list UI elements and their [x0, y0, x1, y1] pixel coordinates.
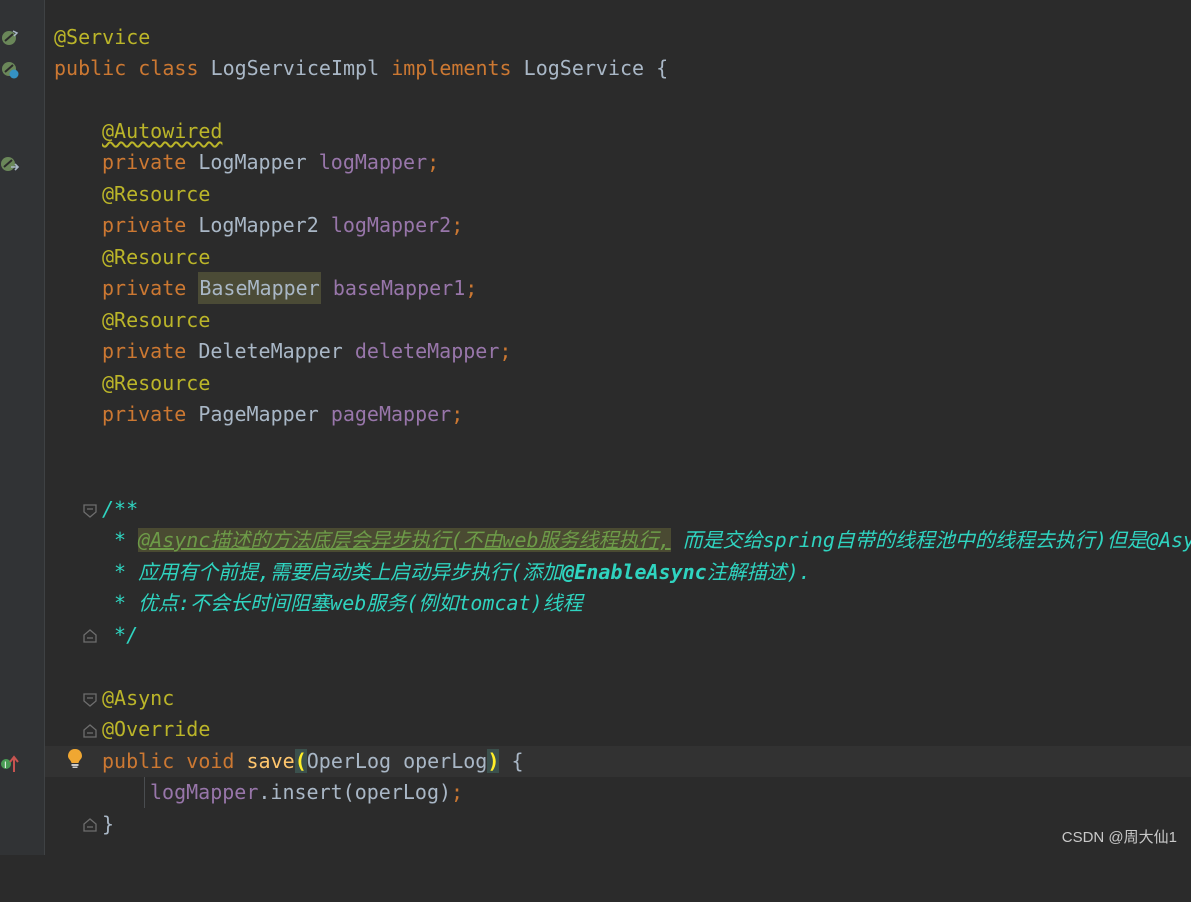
- field-name: baseMapper1: [332, 276, 466, 300]
- field-name: deleteMapper: [354, 339, 500, 363]
- javadoc-line: /**: [45, 494, 1191, 525]
- javadoc-text: 优点:不会长时间阻塞web服务(例如tomcat)线程: [138, 591, 583, 615]
- class-name: LogServiceImpl: [210, 56, 380, 80]
- spring-autowire-icon[interactable]: [0, 154, 20, 174]
- method-call: .insert(operLog): [258, 780, 452, 804]
- keyword: private: [102, 402, 187, 426]
- type-name: LogMapper2: [198, 213, 319, 237]
- javadoc-close: */: [102, 623, 139, 647]
- code-line: private PageMapper pageMapper;: [45, 399, 1191, 430]
- matched-paren: (: [294, 749, 307, 773]
- field-name: pageMapper: [330, 402, 452, 426]
- keyword: private: [102, 213, 187, 237]
- javadoc-text: 而是交给spring自带的线程池中的线程去执行)但是@Async: [670, 528, 1191, 552]
- code-line: private DeleteMapper deleteMapper;: [45, 336, 1191, 367]
- code-line: @Resource: [45, 179, 1191, 210]
- interface-name: LogService: [523, 56, 645, 80]
- javadoc-highlighted-text: @Async描述的方法底层会异步执行(不由web服务线程执行,: [138, 528, 671, 552]
- annotation: @Override: [102, 717, 211, 741]
- javadoc-open: /**: [102, 497, 139, 521]
- keyword: void: [186, 749, 235, 773]
- implements-method-icon[interactable]: I: [0, 754, 20, 774]
- watermark: CSDN @周大仙1: [1061, 829, 1177, 846]
- code-line: @Resource: [45, 305, 1191, 336]
- semicolon: ;: [427, 150, 440, 174]
- code-line: }: [45, 809, 1191, 840]
- lightbulb-icon[interactable]: [64, 747, 86, 769]
- annotation: @Async: [102, 686, 175, 710]
- javadoc-line: * 应用有个前提,需要启动类上启动异步执行(添加@EnableAsync注解描述…: [45, 557, 1191, 588]
- spring-bean-icon[interactable]: [0, 28, 20, 48]
- annotation: @Resource: [102, 371, 211, 395]
- field-name: logMapper: [318, 150, 428, 174]
- javadoc-star: *: [102, 528, 139, 552]
- code-line: private LogMapper2 logMapper2;: [45, 210, 1191, 241]
- javadoc-line: */: [45, 620, 1191, 651]
- semicolon: ;: [451, 780, 464, 804]
- field-name: logMapper: [150, 780, 259, 804]
- code-editor[interactable]: @Service public class LogServiceImpl imp…: [45, 0, 1191, 855]
- keyword: private: [102, 339, 187, 363]
- semicolon: ;: [451, 213, 464, 237]
- keyword: public: [54, 56, 127, 80]
- method-name: save: [246, 749, 295, 773]
- javadoc-annotation: @EnableAsync: [562, 560, 707, 584]
- semicolon: ;: [465, 276, 478, 300]
- field-name: logMapper2: [330, 213, 452, 237]
- code-line: private BaseMapper baseMapper1;: [45, 272, 1191, 304]
- closing-brace: }: [102, 812, 115, 836]
- type-name-highlighted: BaseMapper: [198, 272, 321, 304]
- editor-gutter: I: [0, 0, 45, 855]
- javadoc-star: *: [102, 591, 139, 615]
- keyword: private: [102, 276, 187, 300]
- javadoc-star: *: [102, 560, 139, 584]
- annotation: @Resource: [102, 182, 211, 206]
- code-line: @Autowired: [45, 116, 1191, 147]
- code-line: @Resource: [45, 368, 1191, 399]
- keyword: private: [102, 150, 187, 174]
- code-line: private LogMapper logMapper;: [45, 147, 1191, 178]
- semicolon: ;: [499, 339, 512, 363]
- brace: {: [656, 56, 669, 80]
- type-name: DeleteMapper: [198, 339, 343, 363]
- javadoc-text: 应用有个前提,需要启动类上启动异步执行(添加: [138, 560, 563, 584]
- keyword: public: [102, 749, 175, 773]
- brace: {: [499, 749, 524, 773]
- spring-bean-icon[interactable]: [0, 60, 20, 80]
- semicolon: ;: [451, 402, 464, 426]
- code-line: @Override: [45, 714, 1191, 745]
- matched-paren: ): [487, 749, 500, 773]
- code-line: @Resource: [45, 242, 1191, 273]
- code-line: logMapper.insert(operLog);: [45, 777, 1191, 808]
- annotation: @Resource: [102, 308, 211, 332]
- javadoc-line: * 优点:不会长时间阻塞web服务(例如tomcat)线程: [45, 588, 1191, 619]
- code-line: @Service: [45, 22, 1191, 53]
- method-params: OperLog operLog: [306, 749, 488, 773]
- javadoc-text: 注解描述).: [706, 560, 811, 584]
- current-code-line: public void save(OperLog operLog) {: [45, 746, 1191, 777]
- svg-text:I: I: [4, 761, 7, 771]
- code-line: public class LogServiceImpl implements L…: [45, 53, 1191, 84]
- annotation: @Service: [54, 25, 151, 49]
- keyword: implements: [391, 56, 512, 80]
- javadoc-line: * @Async描述的方法底层会异步执行(不由web服务线程执行, 而是交给sp…: [45, 525, 1191, 556]
- code-line: @Async: [45, 683, 1191, 714]
- annotation: @Resource: [102, 245, 211, 269]
- annotation: @Autowired: [102, 119, 223, 143]
- type-name: PageMapper: [198, 402, 319, 426]
- type-name: LogMapper: [198, 150, 307, 174]
- keyword: class: [138, 56, 199, 80]
